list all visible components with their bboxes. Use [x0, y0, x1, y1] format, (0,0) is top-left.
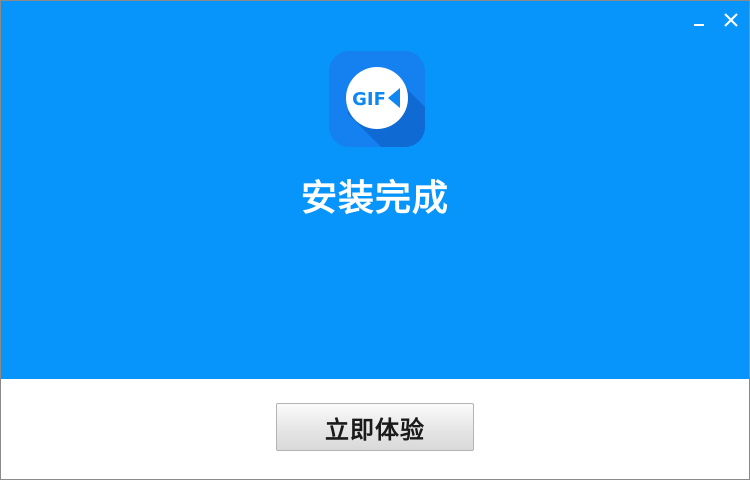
close-button[interactable]	[717, 7, 745, 33]
minimize-icon	[694, 24, 704, 26]
installer-window: GIF 安装完成 立即体验	[0, 0, 750, 480]
close-icon	[724, 13, 738, 27]
app-logo: GIF	[329, 51, 425, 147]
page-title: 安装完成	[300, 178, 449, 219]
minimize-button[interactable]	[685, 7, 713, 33]
try-now-button[interactable]: 立即体验	[276, 403, 474, 451]
logo-text: GIF	[352, 89, 386, 110]
header-panel: GIF 安装完成	[1, 1, 749, 379]
